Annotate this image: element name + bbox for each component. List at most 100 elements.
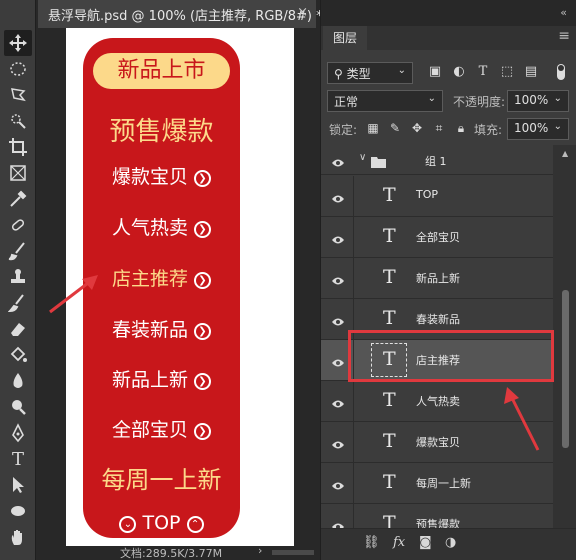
fill-label: 填充:	[474, 123, 503, 137]
panel-menu-icon[interactable]: ≡	[558, 28, 570, 44]
layer-name: 每周一上新	[416, 477, 471, 490]
layer-row[interactable]: T 预售爆款	[321, 504, 553, 528]
visibility-eye-icon[interactable]	[331, 395, 345, 408]
shape-filter-icon[interactable]: ⬚	[499, 64, 515, 80]
horizontal-scrollbar[interactable]	[272, 550, 314, 555]
lasso-tool-icon[interactable]	[4, 82, 32, 108]
group-name: 组 1	[425, 155, 447, 168]
healing-brush-tool-icon[interactable]	[4, 212, 32, 238]
tab-layers[interactable]: 图层	[323, 26, 367, 50]
text-layer-icon: T	[383, 389, 396, 411]
nav-item-label: 春装新品	[111, 319, 188, 341]
opacity-field[interactable]: 100% ⌄	[507, 90, 569, 112]
text-layer-icon: T	[383, 430, 396, 452]
layer-row[interactable]: T 每周一上新	[321, 463, 553, 504]
layer-filter-select[interactable]: ⚲ 类型 ⌄	[327, 62, 413, 84]
nav-item-label: 全部宝贝	[111, 419, 188, 441]
link-layers-icon[interactable]: ⛓	[363, 535, 380, 550]
frame-tool-icon[interactable]	[4, 160, 32, 186]
visibility-eye-icon[interactable]	[331, 313, 345, 326]
smart-object-filter-icon[interactable]: ▤	[523, 64, 539, 80]
layer-name: TOP	[416, 188, 439, 201]
layer-row[interactable]: T TOP	[321, 176, 553, 217]
status-menu-arrow-icon[interactable]: ›	[258, 544, 262, 557]
adjustment-filter-icon[interactable]: ◐	[451, 64, 467, 80]
fill-field[interactable]: 100% ⌄	[507, 118, 569, 140]
marquee-tool-icon[interactable]	[4, 56, 32, 82]
hand-tool-icon[interactable]	[4, 524, 32, 550]
shape-tool-icon[interactable]	[4, 498, 32, 524]
collapse-panels-icon[interactable]: «	[560, 6, 567, 19]
visibility-eye-icon[interactable]	[331, 190, 345, 203]
adjustment-layer-icon[interactable]: ◑	[445, 535, 456, 550]
nav-new-arrivals-pill: 新品上市	[93, 53, 230, 89]
scroll-up-icon[interactable]: ▲	[562, 149, 568, 158]
eyedropper-tool-icon[interactable]	[4, 186, 32, 212]
arrow-circle-icon: ❯	[194, 423, 211, 440]
layer-group-row[interactable]: ∨ 组 1	[321, 145, 553, 175]
layers-scrollbar[interactable]: ▲	[553, 145, 576, 528]
dodge-tool-icon[interactable]	[4, 394, 32, 420]
layers-footer: ⛓ fx ◙ ◑	[321, 528, 576, 560]
lock-artboard-icon[interactable]: ⌗	[431, 120, 447, 136]
nav-item-label: 新品上新	[111, 369, 188, 391]
annotation-arrow-left	[49, 275, 98, 314]
nav-item-label: 爆款宝贝	[111, 166, 188, 188]
blur-tool-icon[interactable]	[4, 368, 32, 394]
layers-panel: « 图层 ≡ ⚲ 类型 ⌄ ▣ ◐ T ⬚ ▤ 正常 ⌄ 不透明度: 100% ⌄ 锁…	[320, 0, 576, 560]
visibility-eye-icon[interactable]	[331, 477, 345, 490]
lock-label: 锁定:	[329, 123, 358, 137]
nav-item: 人气热卖 ❯	[83, 213, 240, 240]
blend-mode-value: 正常	[334, 95, 359, 109]
brush-tool-icon[interactable]	[4, 238, 32, 264]
visibility-eye-icon[interactable]	[331, 272, 345, 285]
type-tool-icon[interactable]: T	[4, 446, 32, 472]
stamp-tool-icon[interactable]	[4, 264, 32, 290]
lock-pixels-icon[interactable]: ✎	[387, 120, 403, 136]
expand-caret-icon[interactable]: ∨	[359, 152, 366, 163]
pen-tool-icon[interactable]	[4, 420, 32, 446]
lock-position-icon[interactable]: ✥	[409, 120, 425, 136]
lock-transparency-icon[interactable]: ▦	[365, 120, 381, 136]
path-select-tool-icon[interactable]	[4, 472, 32, 498]
opacity-label: 不透明度:	[453, 95, 506, 109]
text-layer-icon: T	[383, 266, 396, 288]
nav-item: 新品上新 ❯	[83, 365, 240, 392]
annotation-arrow-right	[504, 387, 540, 451]
history-brush-tool-icon[interactable]	[4, 290, 32, 316]
floating-nav-panel: 新品上市 预售爆款 爆款宝贝 ❯ 人气热卖 ❯ 店主推荐 ❯ 春装新品 ❯ 新品上新 ❯	[83, 38, 240, 538]
pixel-filter-icon[interactable]: ▣	[427, 64, 443, 80]
type-filter-icon[interactable]: T	[475, 64, 491, 80]
filter-toggle[interactable]	[557, 64, 565, 80]
visibility-eye-icon[interactable]	[331, 231, 345, 244]
close-tab-icon[interactable]: ×	[297, 5, 308, 20]
blend-mode-select[interactable]: 正常 ⌄	[327, 90, 443, 112]
scrollbar-thumb[interactable]	[562, 290, 569, 448]
nav-top-label: TOP	[142, 512, 181, 534]
layer-name: 爆款宝贝	[416, 436, 460, 449]
arrow-circle-icon: ❯	[194, 170, 211, 187]
visibility-eye-icon[interactable]	[331, 354, 345, 367]
add-mask-icon[interactable]: ◙	[419, 535, 432, 550]
move-tool-icon[interactable]	[4, 30, 32, 56]
crop-tool-icon[interactable]	[4, 134, 32, 160]
eraser-tool-icon[interactable]	[4, 316, 32, 342]
status-bar: 文档:289.5K/3.77M ›	[36, 544, 318, 560]
lock-all-icon[interactable]: 🔒︎	[453, 120, 469, 136]
nav-presale-heading: 预售爆款	[109, 117, 214, 147]
fx-button[interactable]: fx	[393, 535, 405, 550]
visibility-eye-icon[interactable]	[331, 518, 345, 528]
quick-select-tool-icon[interactable]	[4, 108, 32, 134]
nav-item: 全部宝贝 ❯	[83, 415, 240, 442]
paint-bucket-tool-icon[interactable]	[4, 342, 32, 368]
layer-row[interactable]: T 新品上新	[321, 258, 553, 299]
layer-row[interactable]: T 全部宝贝	[321, 217, 553, 258]
document-tab[interactable]: 悬浮导航.psd @ 100% (店主推荐, RGB/8#) * ×	[38, 0, 323, 28]
visibility-eye-icon[interactable]	[331, 436, 345, 449]
chevron-down-icon: ⌄	[553, 121, 562, 132]
visibility-eye-icon[interactable]	[331, 154, 345, 173]
layer-filter-value: 类型	[346, 67, 371, 81]
divider	[353, 217, 354, 257]
nav-item: 春装新品 ❯	[83, 315, 240, 342]
layer-name: 全部宝贝	[416, 231, 460, 244]
